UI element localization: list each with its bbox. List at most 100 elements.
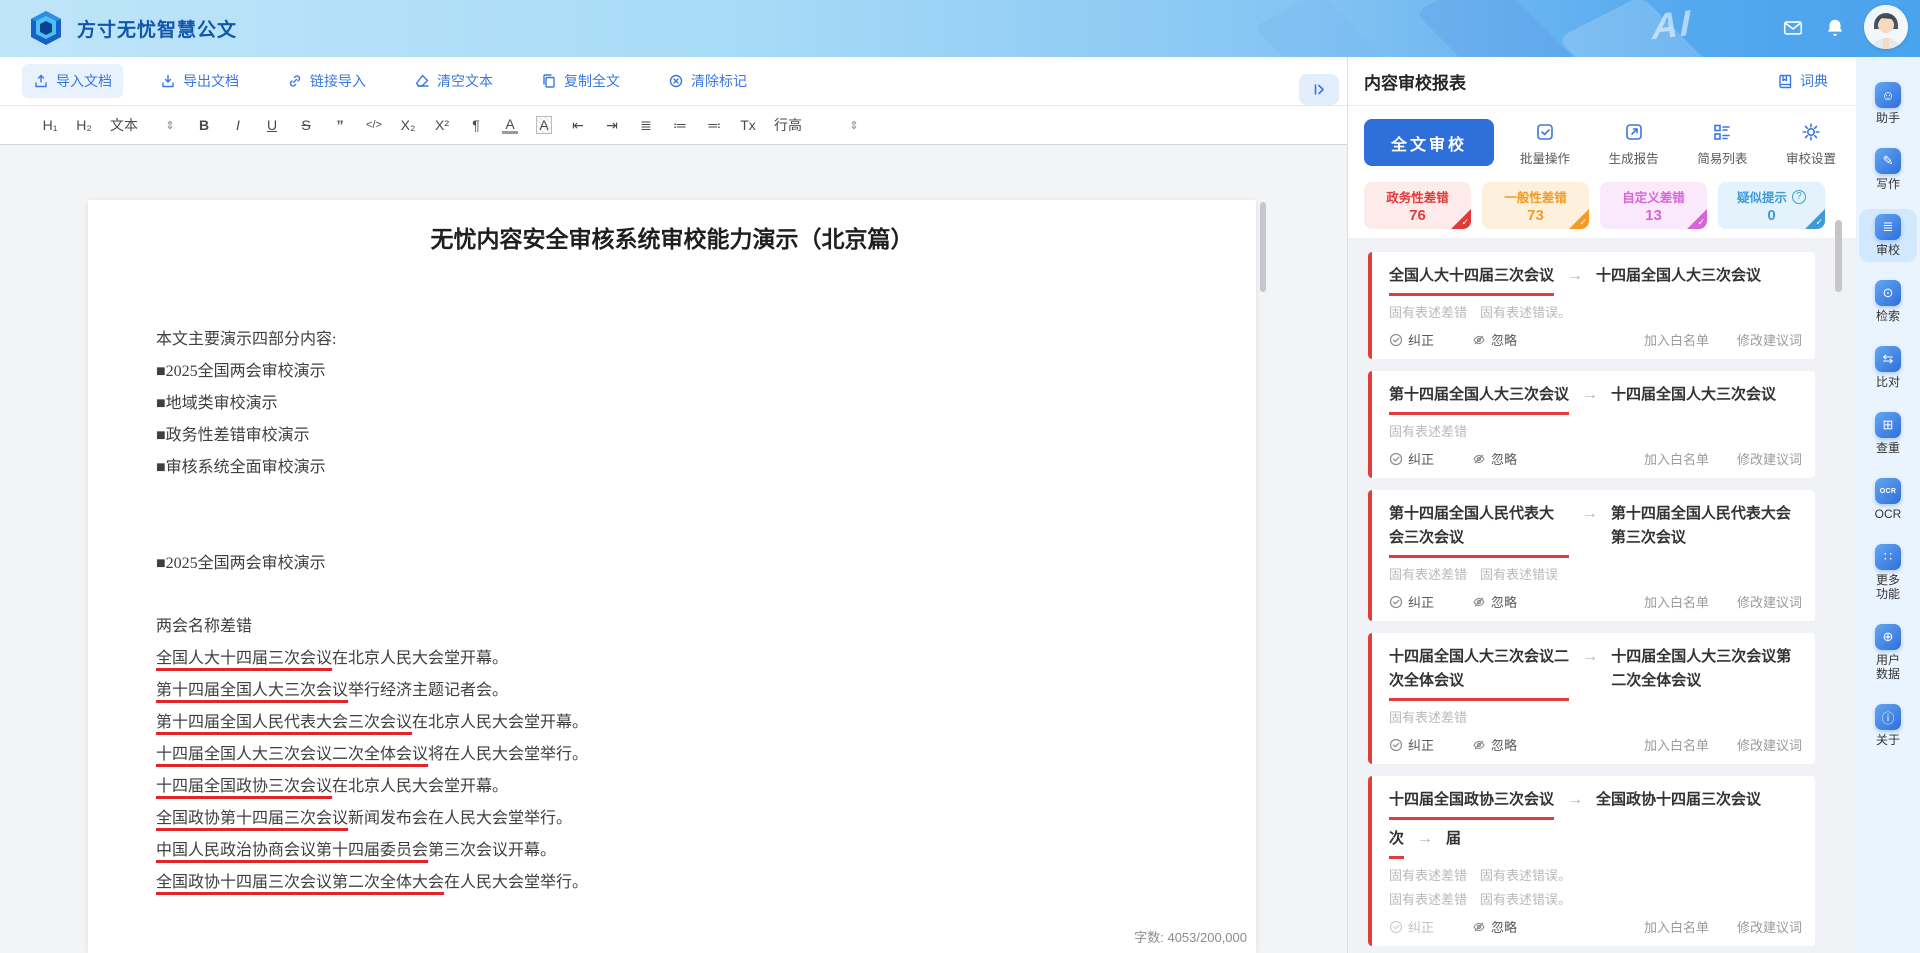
batch-operation-button[interactable]: 批量操作 <box>1520 121 1570 167</box>
card-suggestion-text[interactable]: 十四届全国人大三次会议 <box>1596 264 1761 288</box>
stat-suspected-hints[interactable]: 疑似提示? 0 ✓ <box>1718 182 1825 229</box>
subscript-button[interactable]: X₂ <box>400 117 416 133</box>
align-button[interactable]: ≣ <box>638 117 654 134</box>
help-icon[interactable]: ? <box>1792 190 1806 204</box>
panel-scrollbar[interactable] <box>1835 220 1842 292</box>
line-height-button[interactable]: 行高 <box>774 115 802 135</box>
review-card[interactable]: 十四届全国政协三次会议 → 全国政协十四届三次会议 次 → 届 固有表述差错 固… <box>1368 776 1815 946</box>
copy-all-button[interactable]: 复制全文 <box>530 64 631 98</box>
paragraph-mark-button[interactable]: ¶ <box>468 117 484 133</box>
collapse-panel-button[interactable] <box>1299 74 1339 105</box>
export-document-button[interactable]: 导出文档 <box>149 64 250 98</box>
correct-button[interactable]: 纠正 <box>1389 592 1434 611</box>
clear-format-button[interactable]: Tx <box>740 117 756 133</box>
card-error-text[interactable]: 次 <box>1389 827 1404 859</box>
error-text[interactable]: 中国人民政治协商会议第十四届委员会 <box>156 842 428 863</box>
sidebar-item-about[interactable]: ⓘ 关于 <box>1859 699 1917 752</box>
error-text[interactable]: 第十四届全国人民代表大会三次会议 <box>156 714 412 735</box>
correct-button[interactable]: 纠正 <box>1389 449 1434 468</box>
indent-button[interactable]: ⇥ <box>604 117 620 134</box>
add-whitelist-button[interactable]: 加入白名单 <box>1644 330 1709 349</box>
card-error-text[interactable]: 全国人大十四届三次会议 <box>1389 264 1554 296</box>
card-error-text[interactable]: 十四届全国政协三次会议 <box>1389 788 1554 820</box>
card-suggestion-text[interactable]: 十四届全国人大三次会议 <box>1611 383 1776 407</box>
review-card[interactable]: 第十四届全国人大三次会议 → 十四届全国人大三次会议 固有表述差错 纠正 忽略 … <box>1368 371 1815 478</box>
card-suggestion-text[interactable]: 十四届全国人大三次会议第二次全体会议 <box>1611 645 1802 693</box>
ignore-button[interactable]: 忽略 <box>1472 449 1517 468</box>
text-style-select[interactable]: 文本 <box>110 115 138 135</box>
ignore-button[interactable]: 忽略 <box>1472 735 1517 754</box>
card-error-text[interactable]: 十四届全国人大三次会议二次全体会议 <box>1389 645 1569 701</box>
user-avatar[interactable] <box>1864 5 1908 49</box>
link-import-button[interactable]: 链接导入 <box>276 64 377 98</box>
simple-list-button[interactable]: 简易列表 <box>1697 121 1747 167</box>
error-text[interactable]: 十四届全国政协三次会议 <box>156 778 332 799</box>
notification-bell-icon[interactable] <box>1824 17 1846 39</box>
generate-report-button[interactable]: 生成报告 <box>1609 121 1659 167</box>
sidebar-item-search[interactable]: ⊙ 检索 <box>1859 275 1917 328</box>
import-document-button[interactable]: 导入文档 <box>22 64 123 98</box>
sidebar-item-more-features[interactable]: ∷ 更多功能 <box>1859 539 1917 606</box>
clear-text-button[interactable]: 清空文本 <box>403 64 504 98</box>
ordered-list-button[interactable]: ≕ <box>706 117 722 134</box>
modify-suggestion-button[interactable]: 修改建议词 <box>1737 917 1802 936</box>
text-style-dropdown-icon[interactable]: ⇕ <box>162 119 178 132</box>
error-text[interactable]: 第十四届全国人大三次会议 <box>156 682 348 703</box>
superscript-button[interactable]: X² <box>434 117 450 133</box>
ignore-button[interactable]: 忽略 <box>1472 330 1517 349</box>
line-height-dropdown-icon[interactable]: ⇕ <box>846 119 862 132</box>
correct-button[interactable]: 纠正 <box>1389 917 1434 936</box>
ignore-button[interactable]: 忽略 <box>1472 917 1517 936</box>
add-whitelist-button[interactable]: 加入白名单 <box>1644 917 1709 936</box>
editor-scrollbar[interactable] <box>1260 202 1266 292</box>
bold-button[interactable]: B <box>196 117 212 133</box>
stat-general-errors[interactable]: 一般性差错 73 ✓ <box>1482 182 1589 229</box>
heading1-button[interactable]: H₁ <box>42 117 58 133</box>
italic-button[interactable]: I <box>230 117 246 133</box>
full-review-button[interactable]: 全文审校 <box>1364 119 1494 166</box>
stat-political-errors[interactable]: 政务性差错 76 ✓ <box>1364 182 1471 229</box>
mail-icon[interactable] <box>1782 17 1804 39</box>
bullet-list-button[interactable]: ≔ <box>672 117 688 134</box>
sidebar-item-user-data[interactable]: ⊕ 用户数据 <box>1859 619 1917 686</box>
stat-custom-errors[interactable]: 自定义差错 13 ✓ <box>1600 182 1707 229</box>
correct-button[interactable]: 纠正 <box>1389 330 1434 349</box>
outdent-button[interactable]: ⇤ <box>570 117 586 134</box>
ignore-button[interactable]: 忽略 <box>1472 592 1517 611</box>
sidebar-item-ocr[interactable]: OCR OCR <box>1859 473 1917 526</box>
modify-suggestion-button[interactable]: 修改建议词 <box>1737 449 1802 468</box>
font-color-button[interactable]: A <box>502 117 518 134</box>
sidebar-item-duplicate-check[interactable]: ⊞ 查重 <box>1859 407 1917 460</box>
add-whitelist-button[interactable]: 加入白名单 <box>1644 735 1709 754</box>
card-suggestion-text[interactable]: 全国政协十四届三次会议 <box>1596 788 1761 812</box>
add-whitelist-button[interactable]: 加入白名单 <box>1644 592 1709 611</box>
error-text[interactable]: 全国人大十四届三次会议 <box>156 650 332 671</box>
review-card[interactable]: 第十四届全国人民代表大会三次会议 → 第十四届全国人民代表大会第三次会议 固有表… <box>1368 490 1815 621</box>
sidebar-item-writing[interactable]: ✎ 写作 <box>1859 143 1917 196</box>
error-text[interactable]: 十四届全国人大三次会议二次全体会议 <box>156 746 428 767</box>
strikethrough-button[interactable]: S <box>298 117 314 133</box>
add-whitelist-button[interactable]: 加入白名单 <box>1644 449 1709 468</box>
heading2-button[interactable]: H₂ <box>76 117 92 133</box>
modify-suggestion-button[interactable]: 修改建议词 <box>1737 330 1802 349</box>
blockquote-button[interactable]: ” <box>332 117 348 133</box>
review-card[interactable]: 全国人大十四届三次会议 → 十四届全国人大三次会议 固有表述差错 固有表述错误。… <box>1368 252 1815 359</box>
clear-marks-button[interactable]: 清除标记 <box>657 64 758 98</box>
card-error-text[interactable]: 第十四届全国人大三次会议 <box>1389 383 1569 415</box>
error-text[interactable]: 全国政协第十四届三次会议 <box>156 810 348 831</box>
dictionary-button[interactable]: 词典 <box>1777 71 1828 91</box>
card-error-text[interactable]: 第十四届全国人民代表大会三次会议 <box>1389 502 1569 558</box>
code-button[interactable]: </> <box>366 119 382 131</box>
highlight-color-button[interactable]: A <box>536 116 552 134</box>
review-settings-button[interactable]: 审校设置 <box>1786 121 1836 167</box>
error-text[interactable]: 全国政协十四届三次会议第二次全体大会 <box>156 874 444 895</box>
modify-suggestion-button[interactable]: 修改建议词 <box>1737 592 1802 611</box>
sidebar-item-compare[interactable]: ⇆ 比对 <box>1859 341 1917 394</box>
document-page[interactable]: 无忧内容安全审核系统审校能力演示（北京篇） 本文主要演示四部分内容: ■2025… <box>88 200 1256 953</box>
sidebar-item-assistant[interactable]: ☺ 助手 <box>1859 77 1917 130</box>
sidebar-item-review[interactable]: ≣ 审校 <box>1859 209 1917 262</box>
correct-button[interactable]: 纠正 <box>1389 735 1434 754</box>
card-suggestion-text[interactable]: 届 <box>1446 827 1461 851</box>
modify-suggestion-button[interactable]: 修改建议词 <box>1737 735 1802 754</box>
card-suggestion-text[interactable]: 第十四届全国人民代表大会第三次会议 <box>1611 502 1802 550</box>
